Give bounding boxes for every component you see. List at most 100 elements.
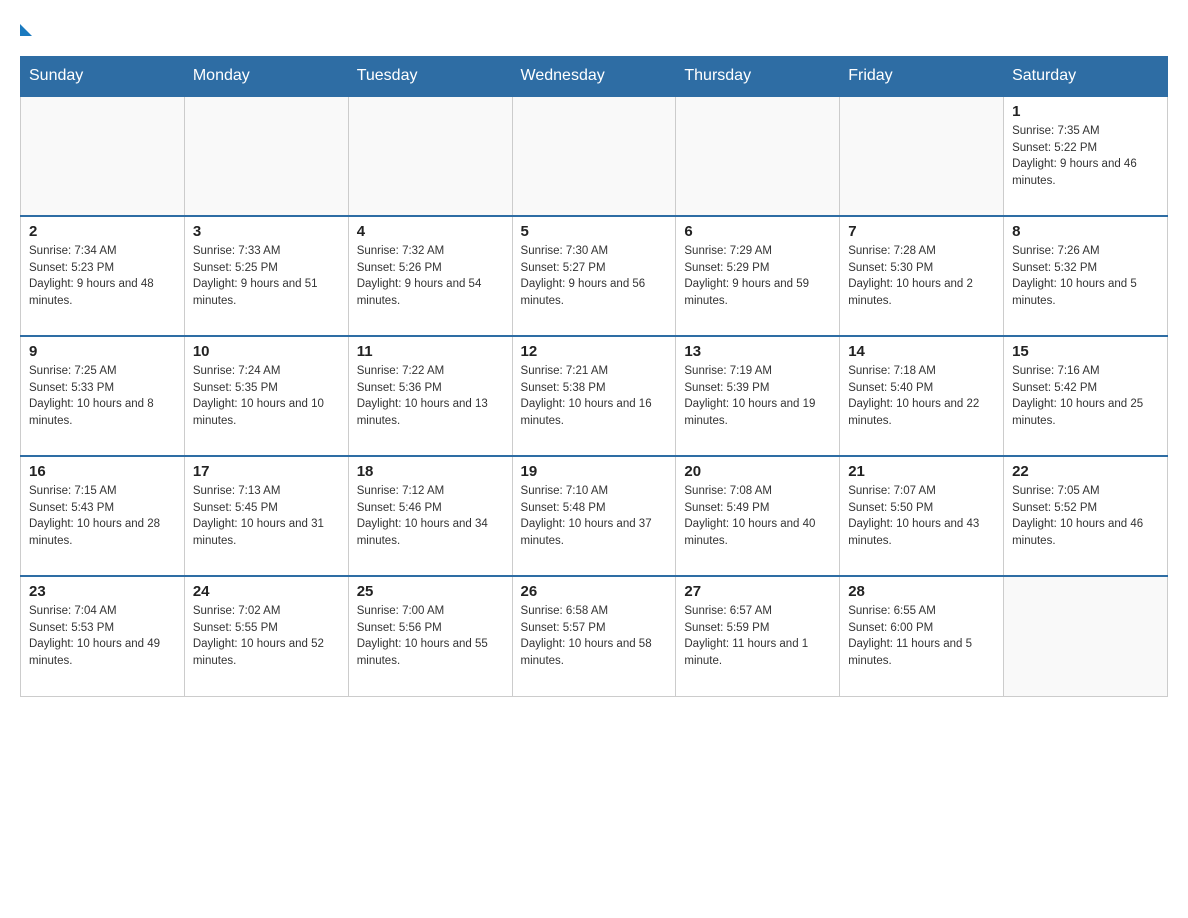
day-number: 14 [848, 343, 995, 360]
calendar-cell: 11 Sunrise: 7:22 AM Sunset: 5:36 PM Dayli… [348, 336, 512, 456]
calendar-cell: 17 Sunrise: 7:13 AM Sunset: 5:45 PM Dayli… [184, 456, 348, 576]
calendar-cell: 7 Sunrise: 7:28 AM Sunset: 5:30 PM Daylig… [840, 216, 1004, 336]
calendar-week-row: 1 Sunrise: 7:35 AM Sunset: 5:22 PM Daylig… [21, 96, 1168, 216]
calendar-cell [512, 96, 676, 216]
day-number: 13 [684, 343, 831, 360]
day-number: 2 [29, 223, 176, 240]
calendar-cell: 16 Sunrise: 7:15 AM Sunset: 5:43 PM Dayli… [21, 456, 185, 576]
calendar-cell: 18 Sunrise: 7:12 AM Sunset: 5:46 PM Dayli… [348, 456, 512, 576]
day-info: Sunrise: 7:00 AM Sunset: 5:56 PM Dayligh… [357, 603, 504, 670]
day-info: Sunrise: 6:55 AM Sunset: 6:00 PM Dayligh… [848, 603, 995, 670]
calendar-cell: 15 Sunrise: 7:16 AM Sunset: 5:42 PM Dayli… [1004, 336, 1168, 456]
calendar-header-friday: Friday [840, 57, 1004, 97]
day-number: 19 [521, 463, 668, 480]
day-number: 11 [357, 343, 504, 360]
day-number: 5 [521, 223, 668, 240]
calendar-week-row: 23 Sunrise: 7:04 AM Sunset: 5:53 PM Dayli… [21, 576, 1168, 696]
calendar-cell [348, 96, 512, 216]
day-number: 10 [193, 343, 340, 360]
calendar-cell [21, 96, 185, 216]
day-number: 26 [521, 583, 668, 600]
calendar-header-sunday: Sunday [21, 57, 185, 97]
calendar-cell: 4 Sunrise: 7:32 AM Sunset: 5:26 PM Daylig… [348, 216, 512, 336]
day-number: 16 [29, 463, 176, 480]
day-info: Sunrise: 7:02 AM Sunset: 5:55 PM Dayligh… [193, 603, 340, 670]
day-number: 17 [193, 463, 340, 480]
day-number: 28 [848, 583, 995, 600]
calendar-cell: 19 Sunrise: 7:10 AM Sunset: 5:48 PM Dayli… [512, 456, 676, 576]
calendar-cell [840, 96, 1004, 216]
day-number: 3 [193, 223, 340, 240]
calendar-cell: 14 Sunrise: 7:18 AM Sunset: 5:40 PM Dayli… [840, 336, 1004, 456]
logo [20, 20, 32, 36]
day-info: Sunrise: 7:04 AM Sunset: 5:53 PM Dayligh… [29, 603, 176, 670]
calendar-header-monday: Monday [184, 57, 348, 97]
calendar-table: SundayMondayTuesdayWednesdayThursdayFrid… [20, 56, 1168, 697]
calendar-cell: 1 Sunrise: 7:35 AM Sunset: 5:22 PM Daylig… [1004, 96, 1168, 216]
calendar-cell [676, 96, 840, 216]
calendar-cell: 21Sunrise: 7:07 AM Sunset: 5:50 PM Dayli… [840, 456, 1004, 576]
day-number: 7 [848, 223, 995, 240]
calendar-cell: 12 Sunrise: 7:21 AM Sunset: 5:38 PM Dayli… [512, 336, 676, 456]
page-header [20, 20, 1168, 36]
calendar-cell: 24 Sunrise: 7:02 AM Sunset: 5:55 PM Dayli… [184, 576, 348, 696]
day-info: Sunrise: 7:35 AM Sunset: 5:22 PM Dayligh… [1012, 123, 1159, 190]
calendar-header-tuesday: Tuesday [348, 57, 512, 97]
calendar-cell: 28 Sunrise: 6:55 AM Sunset: 6:00 PM Dayli… [840, 576, 1004, 696]
day-info: Sunrise: 7:21 AM Sunset: 5:38 PM Dayligh… [521, 363, 668, 430]
day-number: 23 [29, 583, 176, 600]
day-info: Sunrise: 7:07 AM Sunset: 5:50 PM Dayligh… [848, 483, 995, 550]
calendar-header-wednesday: Wednesday [512, 57, 676, 97]
day-info: Sunrise: 7:22 AM Sunset: 5:36 PM Dayligh… [357, 363, 504, 430]
day-number: 18 [357, 463, 504, 480]
day-info: Sunrise: 7:13 AM Sunset: 5:45 PM Dayligh… [193, 483, 340, 550]
calendar-week-row: 16 Sunrise: 7:15 AM Sunset: 5:43 PM Dayli… [21, 456, 1168, 576]
calendar-cell: 20Sunrise: 7:08 AM Sunset: 5:49 PM Dayli… [676, 456, 840, 576]
day-info: Sunrise: 7:16 AM Sunset: 5:42 PM Dayligh… [1012, 363, 1159, 430]
day-info: Sunrise: 7:30 AM Sunset: 5:27 PM Dayligh… [521, 243, 668, 310]
day-info: Sunrise: 6:57 AM Sunset: 5:59 PM Dayligh… [684, 603, 831, 670]
calendar-week-row: 2 Sunrise: 7:34 AM Sunset: 5:23 PM Daylig… [21, 216, 1168, 336]
calendar-cell: 22 Sunrise: 7:05 AM Sunset: 5:52 PM Dayli… [1004, 456, 1168, 576]
calendar-cell: 9Sunrise: 7:25 AM Sunset: 5:33 PM Daylig… [21, 336, 185, 456]
day-number: 8 [1012, 223, 1159, 240]
day-info: Sunrise: 7:34 AM Sunset: 5:23 PM Dayligh… [29, 243, 176, 310]
day-info: Sunrise: 7:26 AM Sunset: 5:32 PM Dayligh… [1012, 243, 1159, 310]
calendar-cell: 27Sunrise: 6:57 AM Sunset: 5:59 PM Dayli… [676, 576, 840, 696]
calendar-header-row: SundayMondayTuesdayWednesdayThursdayFrid… [21, 57, 1168, 97]
calendar-header-thursday: Thursday [676, 57, 840, 97]
calendar-cell: 23 Sunrise: 7:04 AM Sunset: 5:53 PM Dayli… [21, 576, 185, 696]
calendar-cell: 26 Sunrise: 6:58 AM Sunset: 5:57 PM Dayli… [512, 576, 676, 696]
day-number: 24 [193, 583, 340, 600]
calendar-cell [184, 96, 348, 216]
calendar-cell: 3 Sunrise: 7:33 AM Sunset: 5:25 PM Daylig… [184, 216, 348, 336]
day-info: Sunrise: 7:28 AM Sunset: 5:30 PM Dayligh… [848, 243, 995, 310]
calendar-cell [1004, 576, 1168, 696]
day-info: Sunrise: 7:19 AM Sunset: 5:39 PM Dayligh… [684, 363, 831, 430]
logo-arrow-icon [20, 24, 32, 36]
day-number: 15 [1012, 343, 1159, 360]
day-number: 12 [521, 343, 668, 360]
day-info: Sunrise: 7:18 AM Sunset: 5:40 PM Dayligh… [848, 363, 995, 430]
day-number: 1 [1012, 103, 1159, 120]
day-info: Sunrise: 7:05 AM Sunset: 5:52 PM Dayligh… [1012, 483, 1159, 550]
calendar-week-row: 9Sunrise: 7:25 AM Sunset: 5:33 PM Daylig… [21, 336, 1168, 456]
day-info: Sunrise: 7:08 AM Sunset: 5:49 PM Dayligh… [684, 483, 831, 550]
day-number: 25 [357, 583, 504, 600]
day-info: Sunrise: 7:33 AM Sunset: 5:25 PM Dayligh… [193, 243, 340, 310]
day-number: 4 [357, 223, 504, 240]
day-info: Sunrise: 6:58 AM Sunset: 5:57 PM Dayligh… [521, 603, 668, 670]
calendar-cell: 2 Sunrise: 7:34 AM Sunset: 5:23 PM Daylig… [21, 216, 185, 336]
day-info: Sunrise: 7:12 AM Sunset: 5:46 PM Dayligh… [357, 483, 504, 550]
day-number: 9 [29, 343, 176, 360]
calendar-header-saturday: Saturday [1004, 57, 1168, 97]
day-number: 6 [684, 223, 831, 240]
day-info: Sunrise: 7:32 AM Sunset: 5:26 PM Dayligh… [357, 243, 504, 310]
day-number: 22 [1012, 463, 1159, 480]
day-info: Sunrise: 7:29 AM Sunset: 5:29 PM Dayligh… [684, 243, 831, 310]
calendar-cell: 8 Sunrise: 7:26 AM Sunset: 5:32 PM Daylig… [1004, 216, 1168, 336]
day-info: Sunrise: 7:15 AM Sunset: 5:43 PM Dayligh… [29, 483, 176, 550]
day-info: Sunrise: 7:10 AM Sunset: 5:48 PM Dayligh… [521, 483, 668, 550]
calendar-cell: 5 Sunrise: 7:30 AM Sunset: 5:27 PM Daylig… [512, 216, 676, 336]
day-info: Sunrise: 7:24 AM Sunset: 5:35 PM Dayligh… [193, 363, 340, 430]
